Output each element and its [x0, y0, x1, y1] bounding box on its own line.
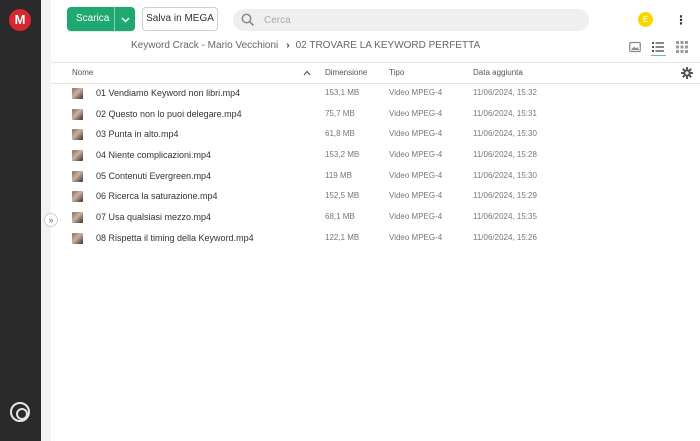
save-to-mega-button[interactable]: Salva in MEGA [142, 7, 218, 31]
thumbnail-view-icon[interactable] [629, 41, 641, 53]
file-type: Video MPEG-4 [389, 191, 443, 201]
search-icon [241, 13, 255, 27]
breadcrumb: Keyword Crack - Mario Vecchioni › 02 TROVA… [131, 40, 480, 54]
file-name: 04 Niente complicazioni.mp4 [96, 150, 212, 161]
file-name: 06 Ricerca la saturazione.mp4 [96, 191, 218, 202]
download-button-label: Scarica [76, 13, 110, 24]
search-input[interactable] [264, 9, 564, 31]
table-header: Nome Dimensione Tipo Data aggiunta [51, 62, 700, 84]
file-list: 01 Vendiamo Keyword non libri.mp4 153,1 … [51, 83, 700, 249]
video-thumbnail [72, 150, 83, 162]
file-type: Video MPEG-4 [389, 129, 443, 139]
video-thumbnail [72, 232, 83, 244]
file-size: 122,1 MB [325, 232, 360, 242]
column-header-name[interactable]: Nome [72, 63, 93, 83]
file-name: 05 Contenuti Evergreen.mp4 [96, 170, 212, 181]
file-size: 119 MB [325, 170, 352, 180]
mega-logo[interactable]: M [9, 9, 31, 31]
file-type: Video MPEG-4 [389, 88, 443, 97]
video-thumbnail [72, 108, 83, 120]
video-thumbnail [72, 88, 83, 99]
left-rail: M [0, 0, 41, 441]
table-row[interactable]: 08 Rispetta il timing della Keyword.mp4 … [51, 228, 700, 249]
file-type: Video MPEG-4 [389, 108, 443, 118]
file-size: 153,2 MB [325, 150, 360, 160]
active-view-indicator [651, 55, 666, 56]
video-thumbnail [72, 191, 83, 203]
avatar[interactable]: E [638, 12, 653, 27]
more-menu-icon[interactable]: ⋮ [675, 12, 687, 28]
column-header-type[interactable]: Tipo [389, 63, 404, 83]
table-row[interactable]: 01 Vendiamo Keyword non libri.mp4 153,1 … [51, 83, 700, 104]
column-header-date[interactable]: Data aggiunta [473, 63, 523, 83]
file-type: Video MPEG-4 [389, 212, 443, 222]
column-header-size[interactable]: Dimensione [325, 63, 367, 83]
video-thumbnail [72, 170, 83, 182]
sort-ascending-icon[interactable] [303, 70, 311, 76]
file-date: 11/06/2024, 15:26 [473, 232, 537, 242]
breadcrumb-separator-icon: › [286, 40, 290, 51]
file-type: Video MPEG-4 [389, 232, 443, 242]
table-row[interactable]: 03 Punta in alto.mp4 61,8 MB Video MPEG-… [51, 124, 700, 145]
gear-icon[interactable] [681, 67, 693, 79]
file-name: 01 Vendiamo Keyword non libri.mp4 [96, 88, 241, 98]
table-row[interactable]: 05 Contenuti Evergreen.mp4 119 MB Video … [51, 166, 700, 187]
list-view-icon[interactable] [652, 41, 664, 53]
transfers-icon[interactable] [10, 402, 30, 422]
table-row[interactable]: 06 Ricerca la saturazione.mp4 152,5 MB V… [51, 186, 700, 207]
file-name: 03 Punta in alto.mp4 [96, 129, 179, 140]
download-button[interactable]: Scarica [67, 7, 135, 31]
file-size: 68,1 MB [325, 212, 355, 222]
search-bar[interactable] [233, 9, 589, 31]
file-type: Video MPEG-4 [389, 150, 443, 160]
file-size: 153,1 MB [325, 88, 360, 97]
table-row[interactable]: 04 Niente complicazioni.mp4 153,2 MB Vid… [51, 145, 700, 166]
table-row[interactable]: 07 Usa qualsiasi mezzo.mp4 68,1 MB Video… [51, 207, 700, 228]
breadcrumb-current: 02 TROVARE LA KEYWORD PERFETTA [295, 40, 481, 51]
file-name: 02 Questo non lo puoi delegare.mp4 [96, 108, 242, 119]
breadcrumb-parent[interactable]: Keyword Crack - Mario Vecchioni [131, 40, 278, 51]
file-size: 61,8 MB [325, 129, 355, 139]
grid-view-icon[interactable] [676, 41, 688, 53]
file-date: 11/06/2024, 15:32 [473, 88, 537, 97]
file-size: 75,7 MB [325, 108, 355, 118]
file-date: 11/06/2024, 15:29 [473, 191, 537, 201]
video-thumbnail [72, 129, 83, 141]
file-date: 11/06/2024, 15:28 [473, 150, 537, 160]
file-date: 11/06/2024, 15:30 [473, 170, 537, 180]
file-date: 11/06/2024, 15:30 [473, 129, 537, 139]
mega-file-browser: M » Scarica Salva in MEGA E ⋮ Keyword Cr… [0, 0, 700, 441]
file-size: 152,5 MB [325, 191, 360, 201]
video-thumbnail [72, 212, 83, 224]
table-row[interactable]: 02 Questo non lo puoi delegare.mp4 75,7 … [51, 104, 700, 125]
file-type: Video MPEG-4 [389, 170, 443, 180]
file-name: 07 Usa qualsiasi mezzo.mp4 [96, 212, 212, 223]
file-name: 08 Rispetta il timing della Keyword.mp4 [96, 232, 254, 243]
file-date: 11/06/2024, 15:35 [473, 212, 537, 222]
file-date: 11/06/2024, 15:31 [473, 108, 537, 118]
sidebar-expand-toggle[interactable]: » [44, 213, 58, 227]
chevron-down-icon[interactable] [114, 7, 135, 31]
